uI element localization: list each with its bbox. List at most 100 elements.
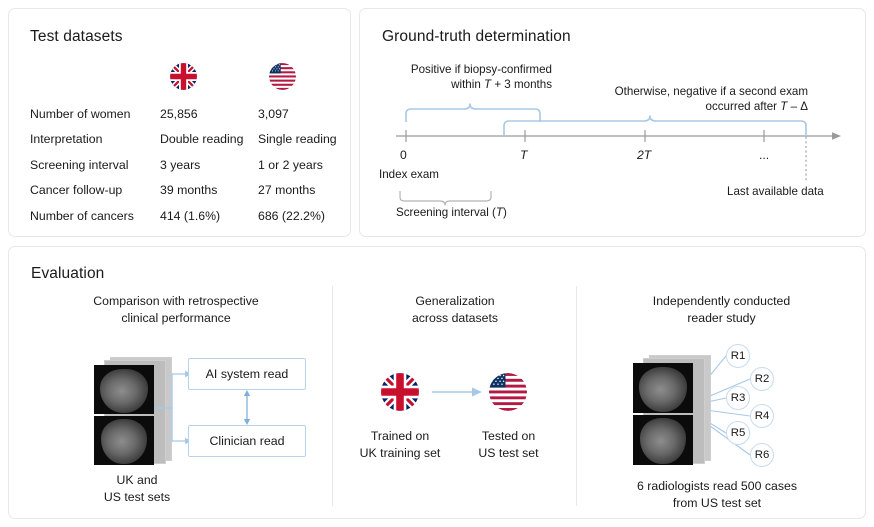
negative-rule-line2-pre: occurred after <box>706 100 781 113</box>
tick-label-2T: 2T <box>637 148 651 163</box>
row-value-uk: 3 years <box>160 158 258 172</box>
uk-flag-icon <box>170 63 197 90</box>
row-value-us: Single reading <box>258 132 340 146</box>
generalization-right-caption: Tested on US test set <box>451 428 566 461</box>
positive-rule-label: Positive if biopsy-confirmed within T + … <box>382 62 552 92</box>
table-row: Number of women 25,856 3,097 <box>30 101 340 127</box>
comparison-heading-line1: Comparison with retrospective <box>93 294 258 308</box>
row-label: Screening interval <box>30 158 160 172</box>
us-flag-icon <box>489 373 527 411</box>
row-value-us: 1 or 2 years <box>258 158 340 172</box>
comparison-section-heading: Comparison with retrospective clinical p… <box>31 293 321 326</box>
generalization-left-line1: Trained on <box>371 429 429 443</box>
evaluation-title: Evaluation <box>31 265 104 283</box>
row-value-us: 27 months <box>258 183 340 197</box>
uk-flag-icon <box>381 373 419 411</box>
mammogram-image-top <box>94 365 154 414</box>
test-datasets-panel: Test datasets <box>8 8 351 237</box>
row-value-uk: 25,856 <box>160 107 258 121</box>
screening-interval-label: Screening interval (T) <box>396 205 507 220</box>
section-divider <box>576 286 577 506</box>
reader-study-caption-line1: 6 radiologists read 500 cases <box>637 479 797 493</box>
reader-label: R4 <box>755 410 770 422</box>
positive-rule-line1: Positive if biopsy-confirmed <box>411 63 552 76</box>
generalization-right-line1: Tested on <box>482 429 535 443</box>
breast-shape <box>639 367 687 412</box>
bracket-screening-interval <box>400 191 491 205</box>
ground-truth-panel: Ground-truth determination Positive if b… <box>359 8 866 237</box>
mammogram-image-bottom <box>94 416 154 465</box>
mammogram-image-top <box>633 363 693 413</box>
reader-study-heading-line2: reader study <box>687 311 755 325</box>
table-row: Cancer follow-up 39 months 27 months <box>30 178 340 204</box>
reader-study-section-heading: Independently conducted reader study <box>589 293 854 326</box>
datasets-table: Number of women 25,856 3,097 Interpretat… <box>30 101 340 229</box>
generalization-left-caption: Trained on UK training set <box>336 428 464 461</box>
ai-system-read-box[interactable]: AI system read <box>188 358 306 390</box>
comparison-heading-line2: clinical performance <box>121 311 230 325</box>
clinician-read-label: Clinician read <box>209 434 284 448</box>
reader-label: R6 <box>755 449 770 461</box>
clinician-read-box[interactable]: Clinician read <box>188 425 306 457</box>
reader-study-caption: 6 radiologists read 500 cases from US te… <box>592 478 842 511</box>
comparison-caption-line2: US test sets <box>104 490 170 504</box>
row-label: Number of cancers <box>30 209 160 223</box>
row-value-uk: 414 (1.6%) <box>160 209 258 223</box>
tick-label-0: 0 <box>400 148 407 163</box>
table-row: Screening interval 3 years 1 or 2 years <box>30 152 340 178</box>
index-exam-label: Index exam <box>379 167 439 182</box>
breast-shape <box>640 418 686 464</box>
generalization-heading-line2: across datasets <box>412 311 498 325</box>
reader-label: R2 <box>755 373 770 385</box>
section-divider <box>332 286 333 506</box>
row-label: Interpretation <box>30 132 160 146</box>
reader-circle-2: R2 <box>750 367 774 391</box>
generalization-left-line2: UK training set <box>360 446 441 460</box>
tick-label-dots: ... <box>759 148 769 163</box>
generalization-section-heading: Generalization across datasets <box>345 293 565 326</box>
comparison-caption-line1: UK and <box>116 473 157 487</box>
reader-circle-3: R3 <box>726 386 750 410</box>
mammogram-image-bottom <box>633 415 693 465</box>
interval-var: T <box>496 206 503 219</box>
reader-study-heading-line1: Independently conducted <box>653 294 790 308</box>
comparison-caption: UK and US test sets <box>62 472 212 505</box>
test-datasets-title: Test datasets <box>30 28 123 46</box>
row-value-us: 3,097 <box>258 107 340 121</box>
bracket-negative <box>504 116 806 136</box>
mammogram-stack-comparison <box>86 357 182 467</box>
reader-study-caption-line2: from US test set <box>673 496 761 510</box>
table-row: Number of cancers 414 (1.6%) 686 (22.2%) <box>30 203 340 229</box>
timeline-diagram <box>360 9 867 238</box>
ai-system-read-label: AI system read <box>206 367 289 381</box>
interval-post: ) <box>503 206 507 219</box>
timeline-arrowhead <box>832 132 841 140</box>
us-flag-icon <box>269 63 296 90</box>
reader-circle-4: R4 <box>750 404 774 428</box>
reader-circle-1: R1 <box>726 344 750 368</box>
row-label: Number of women <box>30 107 160 121</box>
last-available-label: Last available data <box>727 184 824 199</box>
negative-rule-line2-post: – Δ <box>787 100 808 113</box>
tick-label-T: T <box>520 148 527 163</box>
row-value-uk: 39 months <box>160 183 258 197</box>
row-value-uk: Double reading <box>160 132 258 146</box>
row-value-us: 686 (22.2%) <box>258 209 340 223</box>
breast-shape <box>101 419 147 464</box>
negative-rule-line1: Otherwise, negative if a second exam <box>615 85 808 98</box>
reader-label: R1 <box>731 350 746 362</box>
negative-rule-label: Otherwise, negative if a second exam occ… <box>558 84 808 114</box>
generalization-heading-line1: Generalization <box>415 294 494 308</box>
reader-circle-5: R5 <box>726 421 750 445</box>
positive-rule-line2-post: + 3 months <box>491 78 552 91</box>
breast-shape <box>100 369 148 413</box>
reader-circle-6: R6 <box>750 443 774 467</box>
reader-label: R5 <box>731 427 746 439</box>
interval-pre: Screening interval ( <box>396 206 496 219</box>
positive-rule-line2-pre: within <box>451 78 484 91</box>
mammogram-stack-reader-study <box>625 355 721 467</box>
reader-label: R3 <box>731 392 746 404</box>
generalization-right-line2: US test set <box>478 446 538 460</box>
bracket-positive <box>406 104 540 122</box>
row-label: Cancer follow-up <box>30 183 160 197</box>
